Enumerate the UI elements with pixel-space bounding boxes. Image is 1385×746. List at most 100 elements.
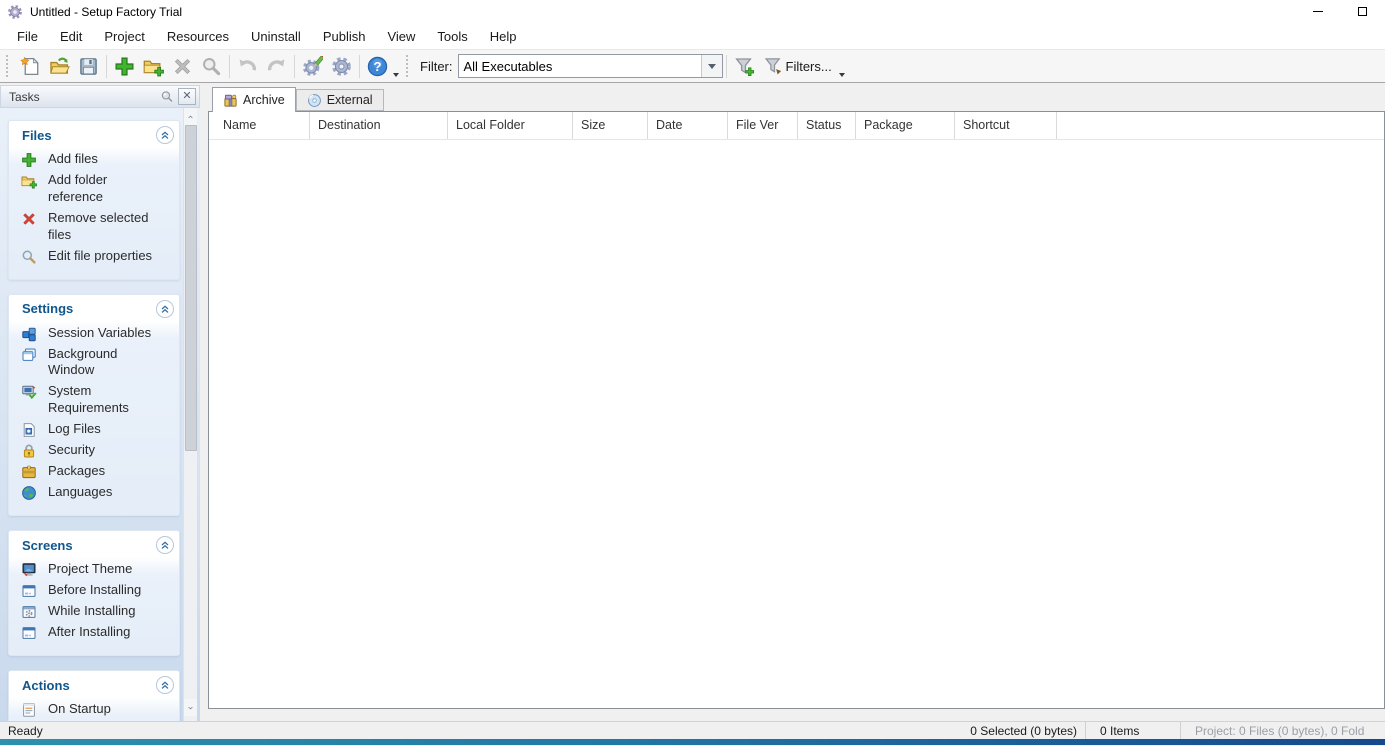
help-button[interactable] [363, 53, 392, 80]
open-project-button[interactable] [45, 53, 74, 80]
menu-item-help[interactable]: Help [479, 25, 528, 48]
filter-combobox[interactable]: All Executables [457, 54, 723, 78]
task-item-security[interactable]: Security [21, 442, 173, 459]
chevron-double-up-icon [159, 679, 171, 691]
filters-overflow-button[interactable] [838, 73, 845, 77]
edit-properties-icon [21, 249, 37, 265]
redo-button[interactable] [262, 53, 291, 80]
file-list: Name Destination Local Folder Size Date … [208, 111, 1385, 709]
undo-button[interactable] [233, 53, 262, 80]
tasks-panel-scrollbar[interactable] [183, 108, 197, 721]
tab-archive[interactable]: Archive [212, 87, 296, 112]
project-settings-button[interactable] [298, 53, 327, 80]
preferences-button[interactable] [327, 53, 356, 80]
redo-icon [266, 56, 287, 77]
section-title: Actions [22, 677, 70, 693]
column-header-destination[interactable]: Destination [310, 112, 448, 139]
tab-external[interactable]: External [295, 89, 384, 111]
scrollbar-up-button[interactable] [184, 108, 197, 125]
task-item-label: Packages [48, 463, 106, 479]
save-button[interactable] [74, 53, 103, 80]
edit-properties-button[interactable] [197, 53, 226, 80]
tab-label: Archive [243, 93, 285, 107]
tasks-panel-body: Files Add files Add folder reference Rem… [0, 108, 200, 721]
menu-item-project[interactable]: Project [93, 25, 155, 48]
menu-item-uninstall[interactable]: Uninstall [240, 25, 312, 48]
while-installing-icon [21, 604, 37, 620]
collapse-section-button[interactable] [156, 126, 174, 144]
task-item-label: Background Window [48, 345, 118, 378]
toolbar-separator [725, 54, 727, 78]
task-item-add-files[interactable]: Add files [21, 151, 173, 168]
filter-toolbar-grip[interactable] [406, 55, 411, 77]
chevron-down-icon [186, 705, 195, 711]
task-item-on-startup[interactable]: On Startup [21, 701, 173, 718]
menu-item-tools[interactable]: Tools [426, 25, 478, 48]
filters-button-label: Filters... [785, 58, 832, 74]
task-item-label: After Installing [48, 624, 131, 640]
column-header-name[interactable]: Name [209, 112, 310, 139]
collapse-section-button[interactable] [156, 676, 174, 695]
toolbar-grip[interactable] [6, 55, 11, 77]
collapse-section-button[interactable] [156, 536, 174, 555]
maximize-button[interactable] [1340, 0, 1385, 23]
pin-panel-button[interactable] [158, 88, 176, 105]
on-startup-icon [21, 702, 37, 718]
add-files-button[interactable] [110, 53, 139, 80]
column-header-file-ver[interactable]: File Ver [728, 112, 798, 139]
task-item-while-installing[interactable]: While Installing [21, 603, 173, 620]
task-item-session-variables[interactable]: Session Variables [21, 325, 173, 342]
menu-item-edit[interactable]: Edit [49, 25, 93, 48]
task-item-background-window[interactable]: Background Window [21, 346, 173, 380]
toolbar-separator [106, 54, 107, 78]
remove-files-icon [21, 211, 37, 227]
after-installing-icon [21, 625, 37, 641]
column-header-status[interactable]: Status [798, 112, 856, 139]
collapse-section-button[interactable] [156, 299, 174, 318]
task-item-languages[interactable]: Languages [21, 484, 173, 501]
menu-item-resources[interactable]: Resources [156, 25, 240, 48]
background-window-icon [21, 347, 37, 363]
close-panel-button[interactable]: ✕ [178, 88, 196, 105]
task-item-project-theme[interactable]: Project Theme [21, 561, 173, 578]
menu-item-publish[interactable]: Publish [312, 25, 377, 48]
task-item-label: Add folder reference [48, 172, 108, 204]
task-item-before-installing[interactable]: Before Installing [21, 582, 173, 599]
task-item-packages[interactable]: Packages [21, 463, 173, 480]
minimize-button[interactable] [1295, 0, 1340, 23]
table-header-row: Name Destination Local Folder Size Date … [209, 112, 1384, 140]
table-body-empty [209, 140, 1384, 708]
section-title: Files [22, 127, 52, 143]
toolbar-overflow-button[interactable] [393, 73, 399, 77]
languages-icon [21, 485, 37, 501]
task-item-system-requirements[interactable]: System Requirements [21, 383, 173, 417]
task-item-log-files[interactable]: Log Files [21, 421, 173, 438]
archive-icon [223, 93, 238, 108]
add-filter-button[interactable] [730, 53, 759, 80]
open-folder-icon [49, 56, 70, 77]
task-item-add-folder-reference[interactable]: Add folder reference [21, 172, 173, 206]
menu-item-view[interactable]: View [376, 25, 426, 48]
task-item-after-installing[interactable]: After Installing [21, 624, 173, 641]
column-header-local-folder[interactable]: Local Folder [448, 112, 573, 139]
task-item-remove-selected-files[interactable]: Remove selected files [21, 210, 173, 244]
app-icon [7, 4, 23, 20]
scrollbar-thumb[interactable] [185, 125, 197, 451]
column-header-date[interactable]: Date [648, 112, 728, 139]
scrollbar-down-button[interactable] [184, 699, 197, 716]
column-header-size[interactable]: Size [573, 112, 648, 139]
filters-button[interactable]: Filters... [759, 53, 838, 80]
system-requirements-icon [21, 384, 37, 400]
column-header-shortcut[interactable]: Shortcut [955, 112, 1057, 139]
filter-dropdown-button[interactable] [700, 55, 722, 77]
status-items-count: 0 Items [1085, 722, 1180, 739]
menu-item-file[interactable]: File [6, 25, 49, 48]
chevron-double-up-icon [159, 303, 171, 315]
remove-files-button[interactable] [168, 53, 197, 80]
task-item-edit-file-properties[interactable]: Edit file properties [21, 248, 173, 265]
new-project-button[interactable] [16, 53, 45, 80]
add-folder-icon [143, 56, 164, 77]
add-folder-button[interactable] [139, 53, 168, 80]
gear-edit-icon [302, 56, 323, 77]
column-header-package[interactable]: Package [856, 112, 955, 139]
